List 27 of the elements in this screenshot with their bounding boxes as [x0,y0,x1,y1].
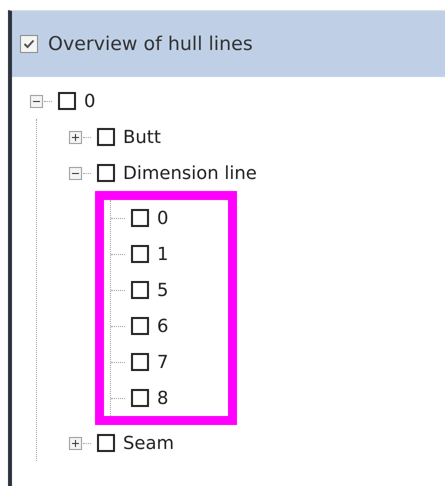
checkbox[interactable] [97,434,115,452]
expand-icon[interactable] [69,130,82,144]
collapse-icon[interactable] [30,94,43,108]
checkbox[interactable] [131,209,149,227]
checkbox[interactable] [97,164,115,182]
checkbox[interactable] [131,389,149,407]
checkbox[interactable] [58,92,76,110]
tree-item-label[interactable]: 8 [157,388,168,408]
collapse-icon[interactable] [69,166,82,180]
tree-item-label[interactable]: 0 [157,208,168,228]
tree-item-label[interactable]: Butt [123,126,161,148]
tree-item-label[interactable]: Seam [123,432,174,454]
tree-item-label[interactable]: 6 [157,316,168,336]
checkbox[interactable] [20,35,38,53]
panel-title: Overview of hull lines [48,33,253,55]
checkbox[interactable] [131,281,149,299]
expand-icon[interactable] [69,436,82,450]
tree-item-label[interactable]: 1 [157,244,168,264]
tree-item-label[interactable]: 7 [157,352,168,372]
checkmark-icon [22,37,36,51]
tree-item-label[interactable]: 0 [84,90,96,112]
checkbox[interactable] [131,353,149,371]
tree-item-label[interactable]: Dimension line [123,162,257,184]
checkbox[interactable] [131,317,149,335]
checkbox[interactable] [131,245,149,263]
checkbox[interactable] [97,128,115,146]
tree-item-label[interactable]: 5 [157,280,168,300]
